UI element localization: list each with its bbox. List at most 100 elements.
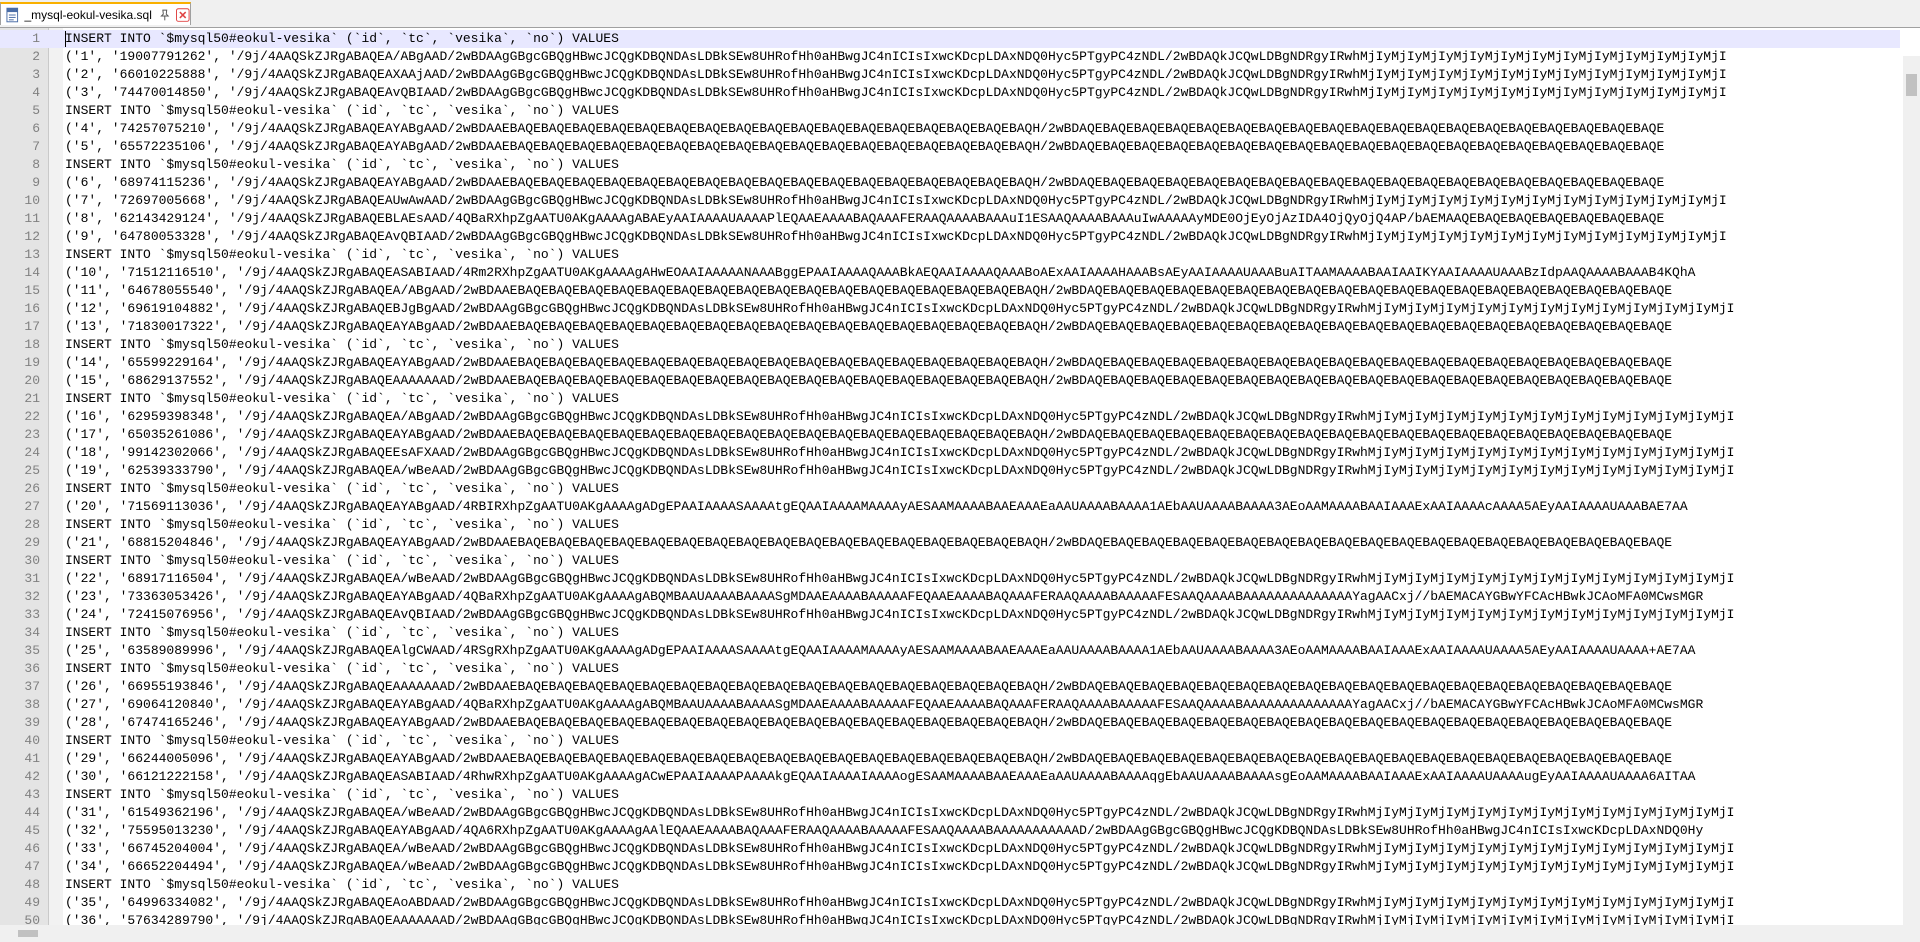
code-line[interactable]: 25 ('19', '62539333790', '/9j/4AAQSkZJRgA… — [0, 462, 1900, 480]
close-icon[interactable] — [176, 7, 191, 22]
code-line[interactable]: 49 ('35', '64996334082', '/9j/4AAQSkZJRgA… — [0, 894, 1900, 912]
code-line[interactable]: 27 ('20', '71569113036', '/9j/4AAQSkZJRgA… — [0, 498, 1900, 516]
code-line[interactable]: 36 INSERT INTO `$mysql50#eokul-vesika` (`… — [0, 660, 1900, 678]
code-line[interactable]: 26 INSERT INTO `$mysql50#eokul-vesika` (`… — [0, 480, 1900, 498]
line-text[interactable]: INSERT INTO `$mysql50#eokul-vesika` (`id… — [65, 786, 1899, 804]
line-text[interactable]: ('21', '68815204846', '/9j/4AAQSkZJRgABA… — [65, 534, 1899, 552]
code-line[interactable]: 37 ('26', '66955193846', '/9j/4AAQSkZJRgA… — [0, 678, 1900, 696]
code-line[interactable]: 46 ('33', '66745204004', '/9j/4AAQSkZJRgA… — [0, 840, 1900, 858]
line-text[interactable]: ('2', '66010225888', '/9j/4AAQSkZJRgABAQ… — [65, 66, 1899, 84]
tab-sql-file[interactable]: _mysql-eokul-vesika.sql — [0, 2, 191, 25]
code-line[interactable]: 7 ('5', '65572235106', '/9j/4AAQSkZJRgABA… — [0, 138, 1900, 156]
line-text[interactable]: INSERT INTO `$mysql50#eokul-vesika` (`id… — [65, 732, 1899, 750]
line-text[interactable]: ('18', '99142302066', '/9j/4AAQSkZJRgABA… — [65, 444, 1899, 462]
code-line[interactable]: 16 ('12', '69619104882', '/9j/4AAQSkZJRgA… — [0, 300, 1900, 318]
code-line[interactable]: 29 ('21', '68815204846', '/9j/4AAQSkZJRgA… — [0, 534, 1900, 552]
line-text[interactable]: ('27', '69064120840', '/9j/4AAQSkZJRgABA… — [65, 696, 1899, 714]
line-text[interactable]: ('3', '74470014850', '/9j/4AAQSkZJRgABAQ… — [65, 84, 1899, 102]
line-text[interactable]: ('11', '64678055540', '/9j/4AAQSkZJRgABA… — [65, 282, 1899, 300]
line-text[interactable]: ('26', '66955193846', '/9j/4AAQSkZJRgABA… — [65, 678, 1899, 696]
code-line[interactable]: 11 ('8', '62143429124', '/9j/4AAQSkZJRgAB… — [0, 210, 1900, 228]
line-text[interactable]: ('20', '71569113036', '/9j/4AAQSkZJRgABA… — [65, 498, 1899, 516]
code-line[interactable]: 9 ('6', '68974115236', '/9j/4AAQSkZJRgABA… — [0, 174, 1900, 192]
line-text[interactable]: ('13', '71830017322', '/9j/4AAQSkZJRgABA… — [65, 318, 1899, 336]
line-text[interactable]: INSERT INTO `$mysql50#eokul-vesika` (`id… — [65, 660, 1899, 678]
line-text[interactable]: INSERT INTO `$mysql50#eokul-vesika` (`id… — [65, 480, 1899, 498]
line-text[interactable]: ('6', '68974115236', '/9j/4AAQSkZJRgABAQ… — [65, 174, 1899, 192]
line-text[interactable]: INSERT INTO `$mysql50#eokul-vesika` (`id… — [65, 876, 1899, 894]
horizontal-scrollbar[interactable] — [0, 925, 1903, 942]
code-line[interactable]: 17 ('13', '71830017322', '/9j/4AAQSkZJRgA… — [0, 318, 1900, 336]
line-text[interactable]: INSERT INTO `$mysql50#eokul-vesika` (`id… — [65, 156, 1899, 174]
line-text[interactable]: ('32', '75595013230', '/9j/4AAQSkZJRgABA… — [65, 822, 1899, 840]
line-text[interactable]: ('30', '66121222158', '/9j/4AAQSkZJRgABA… — [65, 768, 1899, 786]
code-line[interactable]: 41 ('29', '66244005096', '/9j/4AAQSkZJRgA… — [0, 750, 1900, 768]
code-line[interactable]: 12 ('9', '64780053328', '/9j/4AAQSkZJRgAB… — [0, 228, 1900, 246]
code-line[interactable]: 42 ('30', '66121222158', '/9j/4AAQSkZJRgA… — [0, 768, 1900, 786]
code-line[interactable]: 38 ('27', '69064120840', '/9j/4AAQSkZJRgA… — [0, 696, 1900, 714]
line-text[interactable]: ('24', '72415076956', '/9j/4AAQSkZJRgABA… — [65, 606, 1899, 624]
line-text[interactable]: INSERT INTO `$mysql50#eokul-vesika` (`id… — [65, 552, 1899, 570]
line-text[interactable]: INSERT INTO `$mysql50#eokul-vesika` (`id… — [65, 390, 1899, 408]
line-text[interactable]: INSERT INTO `$mysql50#eokul-vesika` (`id… — [65, 516, 1899, 534]
line-text[interactable]: ('19', '62539333790', '/9j/4AAQSkZJRgABA… — [65, 462, 1899, 480]
code-line[interactable]: 31 ('22', '68917116504', '/9j/4AAQSkZJRgA… — [0, 570, 1900, 588]
code-line[interactable]: 20 ('15', '68629137552', '/9j/4AAQSkZJRgA… — [0, 372, 1900, 390]
line-text[interactable]: ('1', '19007791262', '/9j/4AAQSkZJRgABAQ… — [65, 48, 1899, 66]
line-text[interactable]: ('23', '73363053426', '/9j/4AAQSkZJRgABA… — [65, 588, 1899, 606]
horizontal-scroll-thumb[interactable] — [18, 930, 38, 937]
code-line[interactable]: 19 ('14', '65599229164', '/9j/4AAQSkZJRgA… — [0, 354, 1900, 372]
code-line[interactable]: 33 ('24', '72415076956', '/9j/4AAQSkZJRgA… — [0, 606, 1900, 624]
code-line[interactable]: 6 ('4', '74257075210', '/9j/4AAQSkZJRgABA… — [0, 120, 1900, 138]
code-line[interactable]: 18 INSERT INTO `$mysql50#eokul-vesika` (`… — [0, 336, 1900, 354]
code-line[interactable]: 43 INSERT INTO `$mysql50#eokul-vesika` (`… — [0, 786, 1900, 804]
line-text[interactable]: INSERT INTO `$mysql50#eokul-vesika` (`id… — [65, 246, 1899, 264]
line-text[interactable]: ('28', '67474165246', '/9j/4AAQSkZJRgABA… — [65, 714, 1899, 732]
line-text[interactable]: ('31', '61549362196', '/9j/4AAQSkZJRgABA… — [65, 804, 1899, 822]
code-line[interactable]: 24 ('18', '99142302066', '/9j/4AAQSkZJRgA… — [0, 444, 1900, 462]
line-text[interactable]: ('15', '68629137552', '/9j/4AAQSkZJRgABA… — [65, 372, 1899, 390]
code-line[interactable]: 22 ('16', '62959398348', '/9j/4AAQSkZJRgA… — [0, 408, 1900, 426]
line-text[interactable]: INSERT INTO `$mysql50#eokul-vesika` (`id… — [65, 624, 1899, 642]
line-text[interactable]: ('4', '74257075210', '/9j/4AAQSkZJRgABAQ… — [65, 120, 1899, 138]
code-line[interactable]: 3 ('2', '66010225888', '/9j/4AAQSkZJRgABA… — [0, 66, 1900, 84]
text-editor[interactable]: 1 INSERT INTO `$mysql50#eokul-vesika` (`i… — [0, 27, 1920, 942]
line-text[interactable]: INSERT INTO `$mysql50#eokul-vesika` (`id… — [65, 30, 1899, 48]
code-line[interactable]: 32 ('23', '73363053426', '/9j/4AAQSkZJRgA… — [0, 588, 1900, 606]
code-line[interactable]: 2 ('1', '19007791262', '/9j/4AAQSkZJRgABA… — [0, 48, 1900, 66]
line-text[interactable]: INSERT INTO `$mysql50#eokul-vesika` (`id… — [65, 336, 1899, 354]
line-text[interactable]: ('5', '65572235106', '/9j/4AAQSkZJRgABAQ… — [65, 138, 1899, 156]
code-line[interactable]: 35 ('25', '63589089996', '/9j/4AAQSkZJRgA… — [0, 642, 1900, 660]
code-line[interactable]: 28 INSERT INTO `$mysql50#eokul-vesika` (`… — [0, 516, 1900, 534]
code-line[interactable]: 1 INSERT INTO `$mysql50#eokul-vesika` (`i… — [0, 30, 1900, 48]
line-text[interactable]: ('16', '62959398348', '/9j/4AAQSkZJRgABA… — [65, 408, 1899, 426]
code-line[interactable]: 34 INSERT INTO `$mysql50#eokul-vesika` (`… — [0, 624, 1900, 642]
line-text[interactable]: ('9', '64780053328', '/9j/4AAQSkZJRgABAQ… — [65, 228, 1899, 246]
line-text[interactable]: ('29', '66244005096', '/9j/4AAQSkZJRgABA… — [65, 750, 1899, 768]
code-line[interactable]: 21 INSERT INTO `$mysql50#eokul-vesika` (`… — [0, 390, 1900, 408]
code-line[interactable]: 44 ('31', '61549362196', '/9j/4AAQSkZJRgA… — [0, 804, 1900, 822]
code-line[interactable]: 13 INSERT INTO `$mysql50#eokul-vesika` (`… — [0, 246, 1900, 264]
code-line[interactable]: 5 INSERT INTO `$mysql50#eokul-vesika` (`i… — [0, 102, 1900, 120]
pin-icon[interactable] — [158, 8, 172, 22]
line-text[interactable]: ('8', '62143429124', '/9j/4AAQSkZJRgABAQ… — [65, 210, 1899, 228]
line-text[interactable]: ('12', '69619104882', '/9j/4AAQSkZJRgABA… — [65, 300, 1899, 318]
code-line[interactable]: 8 INSERT INTO `$mysql50#eokul-vesika` (`i… — [0, 156, 1900, 174]
line-text[interactable]: ('25', '63589089996', '/9j/4AAQSkZJRgABA… — [65, 642, 1899, 660]
code-line[interactable]: 47 ('34', '66652204494', '/9j/4AAQSkZJRgA… — [0, 858, 1900, 876]
code-line[interactable]: 40 INSERT INTO `$mysql50#eokul-vesika` (`… — [0, 732, 1900, 750]
line-text[interactable]: ('14', '65599229164', '/9j/4AAQSkZJRgABA… — [65, 354, 1899, 372]
line-text[interactable]: ('7', '72697005668', '/9j/4AAQSkZJRgABAQ… — [65, 192, 1899, 210]
code-line[interactable]: 30 INSERT INTO `$mysql50#eokul-vesika` (`… — [0, 552, 1900, 570]
code-line[interactable]: 39 ('28', '67474165246', '/9j/4AAQSkZJRgA… — [0, 714, 1900, 732]
line-text[interactable]: ('34', '66652204494', '/9j/4AAQSkZJRgABA… — [65, 858, 1899, 876]
line-text[interactable]: ('35', '64996334082', '/9j/4AAQSkZJRgABA… — [65, 894, 1899, 912]
code-line[interactable]: 45 ('32', '75595013230', '/9j/4AAQSkZJRgA… — [0, 822, 1900, 840]
line-text[interactable]: ('33', '66745204004', '/9j/4AAQSkZJRgABA… — [65, 840, 1899, 858]
line-text[interactable]: ('10', '71512116510', '/9j/4AAQSkZJRgABA… — [65, 264, 1899, 282]
line-text[interactable]: ('22', '68917116504', '/9j/4AAQSkZJRgABA… — [65, 570, 1899, 588]
code-line[interactable]: 4 ('3', '74470014850', '/9j/4AAQSkZJRgABA… — [0, 84, 1900, 102]
code-line[interactable]: 48 INSERT INTO `$mysql50#eokul-vesika` (`… — [0, 876, 1900, 894]
code-line[interactable]: 23 ('17', '65035261086', '/9j/4AAQSkZJRgA… — [0, 426, 1900, 444]
line-text[interactable]: INSERT INTO `$mysql50#eokul-vesika` (`id… — [65, 102, 1899, 120]
